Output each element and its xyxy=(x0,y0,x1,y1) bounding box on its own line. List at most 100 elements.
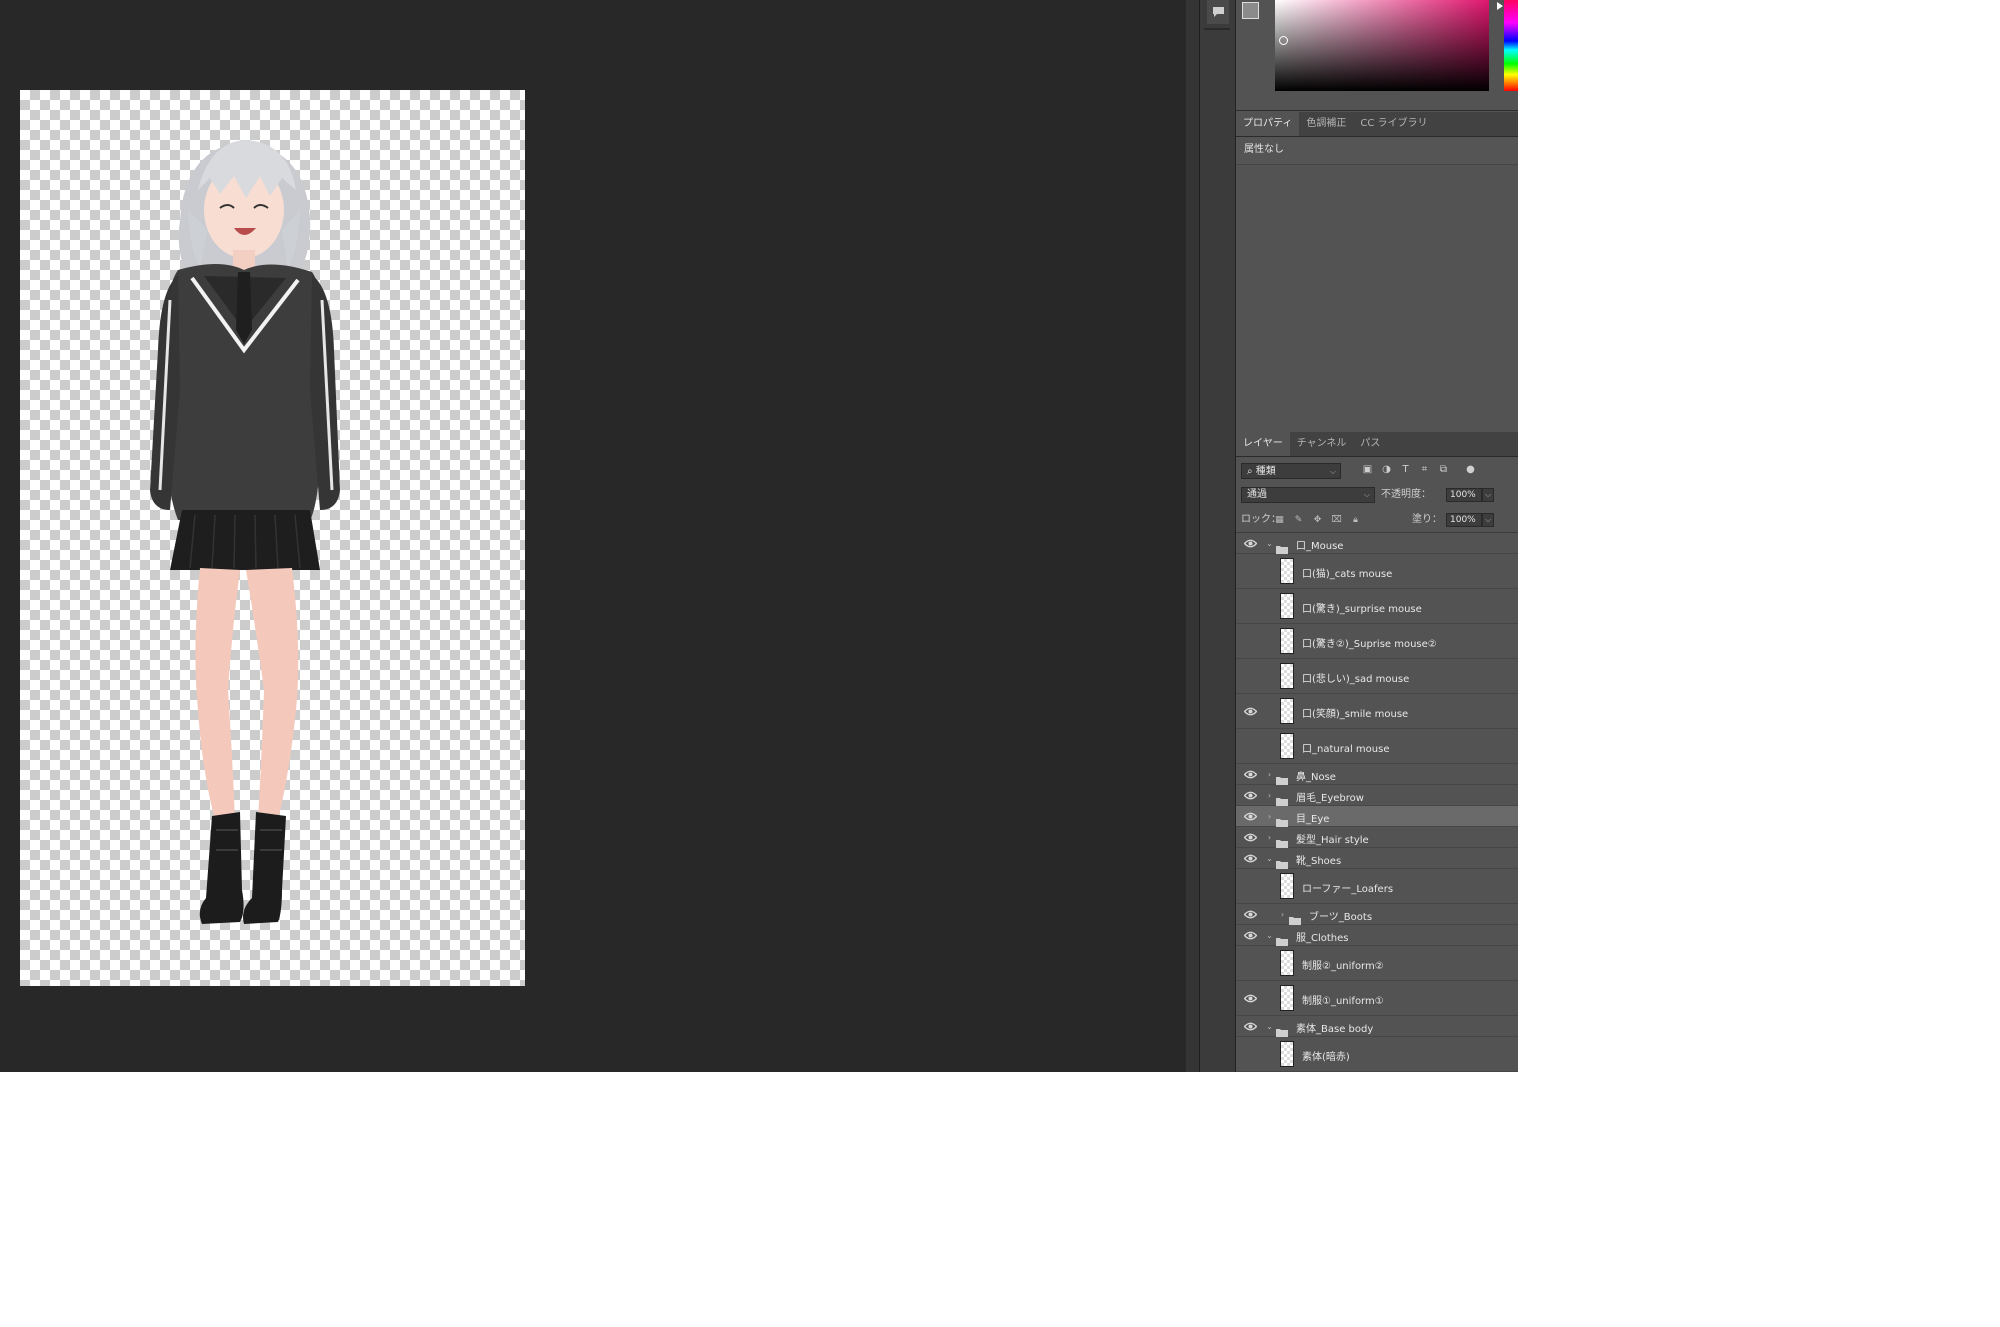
visibility-eye-icon[interactable] xyxy=(1244,854,1257,867)
visibility-eye-icon[interactable] xyxy=(1244,910,1257,923)
layer-thumbnail xyxy=(1280,628,1294,654)
layer-row[interactable]: 口(笑顔)_smile mouse xyxy=(1236,694,1518,729)
properties-header: 属性なし xyxy=(1236,137,1518,165)
visibility-eye-icon[interactable] xyxy=(1244,791,1257,804)
lock-image-icon[interactable]: ✎ xyxy=(1293,515,1304,526)
opacity-input[interactable]: 100% xyxy=(1446,488,1482,502)
layer-name: 髪型_Hair style xyxy=(1296,835,1369,846)
visibility-toggle-empty[interactable] xyxy=(1245,742,1255,752)
folder-icon xyxy=(1276,833,1288,848)
chevron-right-icon[interactable]: › xyxy=(1278,910,1287,919)
color-swatches[interactable] xyxy=(1242,2,1268,30)
lock-all-icon[interactable]: 🔒︎ xyxy=(1350,515,1361,526)
lock-artboard-icon[interactable]: ⌧ xyxy=(1331,515,1342,526)
opacity-dropdown-icon[interactable]: ⌵ xyxy=(1482,488,1494,502)
tab-cc-libraries[interactable]: CC ライブラリ xyxy=(1353,112,1434,136)
layer-name: 口_natural mouse xyxy=(1302,744,1390,755)
layer-group-row[interactable]: › 眉毛_Eyebrow xyxy=(1236,785,1518,806)
lock-position-icon[interactable]: ✥ xyxy=(1312,515,1323,526)
image-filter-icon[interactable]: ▣ xyxy=(1362,464,1373,475)
chevron-down-icon[interactable]: ⌄ xyxy=(1265,1022,1274,1031)
layer-row[interactable]: 素体(暗赤) xyxy=(1236,1037,1518,1072)
lock-transparent-icon[interactable]: ▦ xyxy=(1274,515,1285,526)
visibility-toggle-empty[interactable] xyxy=(1245,637,1255,647)
smart-object-filter-icon[interactable]: ⧉ xyxy=(1438,464,1449,475)
adjustment-filter-icon[interactable]: ◑ xyxy=(1381,464,1392,475)
layer-group-row[interactable]: ⌄ 靴_Shoes xyxy=(1236,848,1518,869)
layer-name: 服_Clothes xyxy=(1296,933,1349,944)
layer-row[interactable]: 口(驚き)_surprise mouse xyxy=(1236,589,1518,624)
visibility-eye-icon[interactable] xyxy=(1244,812,1257,825)
layer-row[interactable]: 口_natural mouse xyxy=(1236,729,1518,764)
layer-group-row[interactable]: › 目_Eye xyxy=(1236,806,1518,827)
folder-icon xyxy=(1276,770,1288,785)
foreground-color-swatch[interactable] xyxy=(1242,2,1259,19)
layer-name: 制服②_uniform② xyxy=(1302,961,1384,972)
visibility-eye-icon[interactable] xyxy=(1244,994,1257,1007)
hue-slider-arrow-icon[interactable] xyxy=(1497,2,1503,10)
layer-name: 口(悲しい)_sad mouse xyxy=(1302,674,1410,685)
chevron-down-icon: ⌵ xyxy=(1363,490,1370,499)
layer-row[interactable]: 制服①_uniform① xyxy=(1236,981,1518,1016)
layer-group-row[interactable]: ⌄ 口_Mouse xyxy=(1236,533,1518,554)
visibility-eye-icon[interactable] xyxy=(1244,770,1257,783)
color-panel xyxy=(1236,0,1518,111)
tab-layers[interactable]: レイヤー xyxy=(1236,432,1290,456)
right-panel: プロパティ 色調補正 CC ライブラリ 属性なし レイヤー チャンネル パス ⌕… xyxy=(1236,0,1518,1072)
folder-icon xyxy=(1289,910,1301,925)
tab-channels[interactable]: チャンネル xyxy=(1290,432,1354,456)
hue-slider[interactable] xyxy=(1504,0,1518,91)
chevron-right-icon[interactable]: › xyxy=(1265,770,1274,779)
layer-row[interactable]: 口(悲しい)_sad mouse xyxy=(1236,659,1518,694)
chevron-right-icon[interactable]: › xyxy=(1265,791,1274,800)
layer-name: ブーツ_Boots xyxy=(1309,912,1373,923)
layer-group-row[interactable]: ⌄ 素体_Base body xyxy=(1236,1016,1518,1037)
visibility-toggle-empty[interactable] xyxy=(1245,1050,1255,1060)
visibility-toggle-empty[interactable] xyxy=(1245,567,1255,577)
layer-row[interactable]: 口(驚き②)_Suprise mouse② xyxy=(1236,624,1518,659)
folder-icon xyxy=(1276,791,1288,806)
document-canvas[interactable] xyxy=(20,90,525,986)
blend-mode-select[interactable]: 通過 ⌵ xyxy=(1241,487,1375,503)
layer-group-row[interactable]: › ブーツ_Boots xyxy=(1236,904,1518,925)
layers-list: ⌄ 口_Mouse 口(猫)_cats mouse 口(驚き)_surprise mo… xyxy=(1236,533,1518,1072)
visibility-toggle-empty[interactable] xyxy=(1245,959,1255,969)
chevron-down-icon[interactable]: ⌄ xyxy=(1265,931,1274,940)
no-properties-text: 属性なし xyxy=(1244,144,1284,155)
visibility-eye-icon[interactable] xyxy=(1244,1022,1257,1035)
layer-thumbnail xyxy=(1280,593,1294,619)
chevron-down-icon[interactable]: ⌄ xyxy=(1265,854,1274,863)
visibility-toggle-empty[interactable] xyxy=(1245,882,1255,892)
visibility-eye-icon[interactable] xyxy=(1244,931,1257,944)
panel-dock xyxy=(1200,0,1236,1072)
filter-toggle-icon[interactable]: ● xyxy=(1465,464,1476,475)
layer-group-row[interactable]: › 髪型_Hair style xyxy=(1236,827,1518,848)
layer-name: 口(驚き)_surprise mouse xyxy=(1302,604,1422,615)
fill-dropdown-icon[interactable]: ⌵ xyxy=(1482,513,1494,527)
visibility-eye-icon[interactable] xyxy=(1244,539,1257,552)
visibility-toggle-empty[interactable] xyxy=(1245,672,1255,682)
layer-row[interactable]: 制服②_uniform② xyxy=(1236,946,1518,981)
folder-icon xyxy=(1276,539,1288,554)
layer-group-row[interactable]: ⌄ 服_Clothes xyxy=(1236,925,1518,946)
visibility-eye-icon[interactable] xyxy=(1244,833,1257,846)
layer-row[interactable]: ローファー_Loafers xyxy=(1236,869,1518,904)
chevron-down-icon[interactable]: ⌄ xyxy=(1265,539,1274,548)
chevron-right-icon[interactable]: › xyxy=(1265,833,1274,842)
visibility-eye-icon[interactable] xyxy=(1244,707,1257,720)
fill-input[interactable]: 100% xyxy=(1446,513,1482,527)
tab-adjustments[interactable]: 色調補正 xyxy=(1299,112,1353,136)
type-filter-icon[interactable]: T xyxy=(1400,464,1411,475)
color-picker-pointer[interactable] xyxy=(1279,36,1288,45)
visibility-toggle-empty[interactable] xyxy=(1245,602,1255,612)
color-picker-field[interactable] xyxy=(1275,0,1489,91)
comment-icon[interactable] xyxy=(1207,0,1229,24)
chevron-right-icon[interactable]: › xyxy=(1265,812,1274,821)
filter-kind-select[interactable]: ⌕ 種類 ⌵ xyxy=(1241,463,1341,479)
layer-row[interactable]: 口(猫)_cats mouse xyxy=(1236,554,1518,589)
shape-filter-icon[interactable]: ⌗ xyxy=(1419,464,1430,475)
tab-paths[interactable]: パス xyxy=(1353,432,1387,456)
tab-properties[interactable]: プロパティ xyxy=(1236,112,1300,136)
layer-group-row[interactable]: › 鼻_Nose xyxy=(1236,764,1518,785)
chevron-down-icon: ⌵ xyxy=(1329,467,1336,476)
